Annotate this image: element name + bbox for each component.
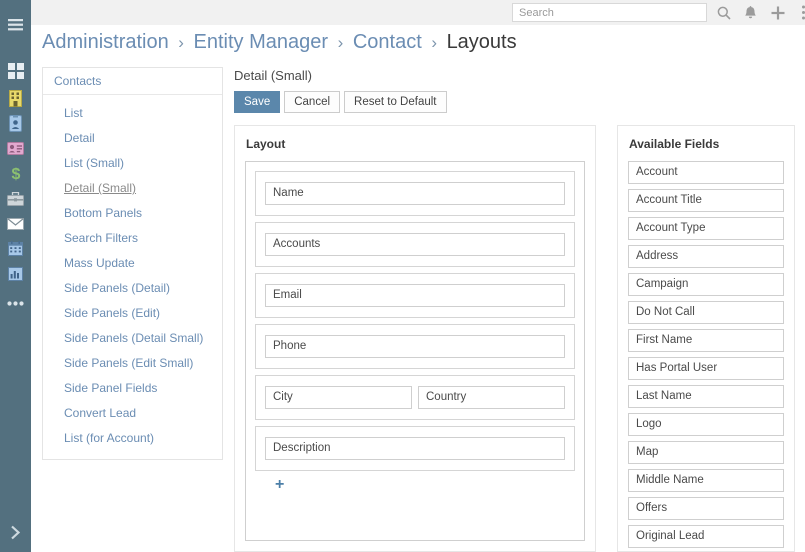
available-field-item[interactable]: Account Type [628,217,784,240]
rail-item-dashboard[interactable] [0,56,31,86]
available-field-item[interactable]: Has Portal User [628,357,784,380]
building-icon [9,90,22,107]
rail-item-cases[interactable] [0,186,31,211]
rail-item-more[interactable] [0,286,31,320]
available-field-item[interactable]: Do Not Call [628,301,784,324]
layout-row[interactable]: Accounts [255,222,575,267]
rail-item-list: $ [0,56,31,320]
layouts-list-item[interactable]: Side Panels (Detail Small) [43,326,222,351]
available-field-item[interactable]: Campaign [628,273,784,296]
layouts-list-body: List Detail List (Small) Detail (Small) Bott… [43,95,222,453]
available-fields-title: Available Fields [629,137,720,151]
layout-panel: Layout Name Accounts Email Phone City Country… [234,125,596,552]
available-field-item[interactable]: Map [628,441,784,464]
layout-panel-title: Layout [246,137,286,151]
layout-row[interactable]: Description [255,426,575,471]
breadcrumb-item-administration[interactable]: Administration [42,31,169,53]
layout-field-cell[interactable]: Description [265,437,565,460]
breadcrumb-separator: › [337,33,344,52]
available-fields-panel: Available Fields Account Account Title Acc… [617,125,795,552]
save-button[interactable]: Save [234,91,281,113]
search-icon[interactable] [714,3,733,22]
layouts-list-item[interactable]: Bottom Panels [43,201,222,226]
available-fields-list[interactable]: Account Account Title Account Type Address C… [628,161,784,548]
search-input[interactable] [512,3,707,22]
layouts-list-panel: Contacts List Detail List (Small) Detail (S… [42,67,223,460]
layout-field-cell[interactable]: Name [265,182,565,205]
chevron-right-icon [10,525,21,540]
cancel-button[interactable]: Cancel [284,91,341,113]
layouts-list-header: Contacts [43,68,222,95]
available-field-item[interactable]: Middle Name [628,469,784,492]
page-title: Detail (Small) [234,68,313,83]
layouts-list-item[interactable]: Side Panel Fields [43,376,222,401]
rail-item-reports[interactable] [0,261,31,286]
available-field-item[interactable]: Account Title [628,189,784,212]
rail-item-leads[interactable] [0,136,31,161]
reset-to-default-button[interactable]: Reset to Default [344,91,447,113]
layouts-list-item[interactable]: Mass Update [43,251,222,276]
layout-field-cell[interactable]: City [265,386,412,409]
layout-row[interactable]: Phone [255,324,575,369]
breadcrumb-item-layouts: Layouts [446,31,517,53]
layouts-list-item[interactable]: List (Small) [43,151,222,176]
rail-item-accounts[interactable] [0,86,31,111]
breadcrumb: Administration › Entity Manager › Contac… [42,29,517,56]
available-field-item[interactable]: Address [628,245,784,268]
action-button-bar: Save Cancel Reset to Default [234,91,447,113]
available-field-item[interactable]: Original Lead [628,525,784,548]
breadcrumb-item-entity-manager[interactable]: Entity Manager [194,31,329,53]
plus-icon[interactable] [768,3,787,22]
available-field-item[interactable]: Account [628,161,784,184]
id-card-icon [9,115,22,132]
layout-field-cell[interactable]: Accounts [265,233,565,256]
layouts-list-item[interactable]: Side Panels (Edit Small) [43,351,222,376]
layout-row[interactable]: Name [255,171,575,216]
layouts-list-item[interactable]: List [43,101,222,126]
breadcrumb-separator: › [431,33,437,52]
breadcrumb-separator: › [178,33,184,52]
rail-item-calendar[interactable] [0,236,31,261]
envelope-icon [7,217,24,230]
layouts-list-item[interactable]: Side Panels (Detail) [43,276,222,301]
available-field-item[interactable]: Last Name [628,385,784,408]
top-bar [31,0,805,25]
layout-rows-container[interactable]: Name Accounts Email Phone City Country Descrip… [245,161,585,541]
contact-card-icon [7,142,24,155]
icon-rail: $ [0,0,31,552]
ellipsis-icon [7,300,24,306]
grid-icon [7,63,24,79]
add-row-button[interactable]: + [275,477,289,493]
ellipsis-vertical-icon[interactable] [794,3,805,22]
layouts-list-item[interactable]: List (for Account) [43,426,222,451]
rail-item-emails[interactable] [0,211,31,236]
layout-field-cell[interactable]: Email [265,284,565,307]
available-field-item[interactable]: Offers [628,497,784,520]
layouts-list-item[interactable]: Detail (Small) [43,176,222,201]
bell-icon[interactable] [741,3,760,22]
layout-field-cell[interactable]: Country [418,386,565,409]
breadcrumb-item-contact[interactable]: Contact [353,31,422,53]
layouts-list-item[interactable]: Side Panels (Edit) [43,301,222,326]
app-root: $ Search Administration › Entity Manager… [0,0,805,552]
layout-field-cell[interactable]: Phone [265,335,565,358]
svg-text:$: $ [11,166,20,182]
layout-row[interactable]: Email [255,273,575,318]
available-field-item[interactable]: First Name [628,329,784,352]
layouts-list-item[interactable]: Convert Lead [43,401,222,426]
briefcase-icon [7,191,24,206]
available-field-item[interactable]: Logo [628,413,784,436]
hamburger-menu-icon[interactable] [0,9,31,40]
layouts-list-item[interactable]: Detail [43,126,222,151]
rail-item-opportunities[interactable]: $ [0,161,31,186]
calendar-icon [8,241,23,256]
chart-bars-icon [8,266,23,281]
layouts-list-item[interactable]: Search Filters [43,226,222,251]
dollar-icon: $ [10,165,22,182]
layout-row[interactable]: City Country [255,375,575,420]
sidebar-expand-button[interactable] [0,520,31,544]
rail-item-contacts[interactable] [0,111,31,136]
